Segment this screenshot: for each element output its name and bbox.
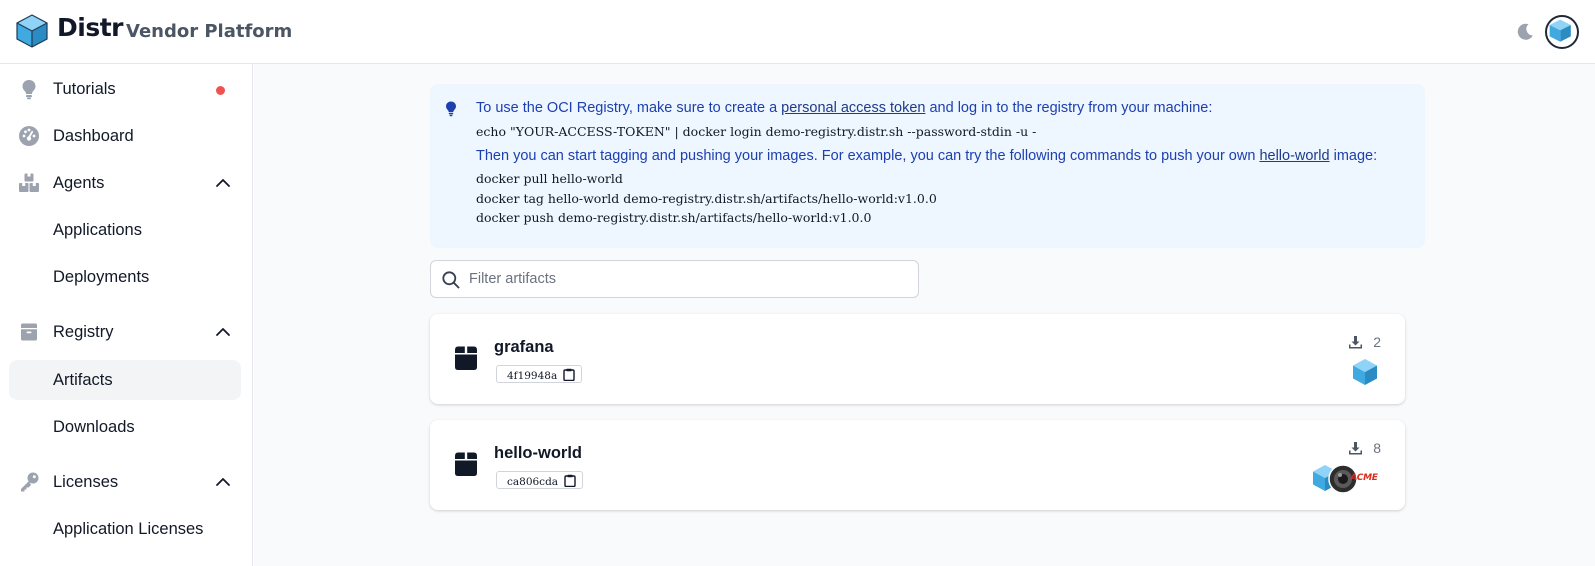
key-icon [21,472,39,492]
moon-icon[interactable] [1513,20,1537,44]
artifact-digest: ca806cda [507,476,559,488]
sidebar-item-applications[interactable]: Applications [9,210,241,250]
sidebar-item-label: Downloads [53,418,135,436]
info-line-1: To use the OCI Registry, make sure to cr… [476,100,1213,116]
artifact-name: hello-world [494,444,582,462]
sidebar-item-label: Registry [53,323,114,341]
sidebar-item-registry[interactable]: Registry [9,312,241,352]
sidebar-item-label: Agents [53,174,105,192]
lightbulb-icon [22,80,36,100]
sidebar-item-label: Applications [53,221,142,239]
chevron-up-icon[interactable] [215,474,231,490]
boxes-icon [19,173,39,192]
artifact-digest-badge: ca806cda [496,471,584,489]
sidebar-item-application-licenses[interactable]: Application Licenses [9,509,241,549]
sidebar-item-dashboard[interactable]: Dashboard [9,116,241,156]
search-input[interactable] [469,262,909,296]
sidebar: Tutorials Dashboard Agents Applications … [0,64,253,566]
sidebar-item-downloads[interactable]: Downloads [9,407,241,447]
personal-access-token-link[interactable]: personal access token [781,100,925,116]
download-count: 8 [1347,440,1381,458]
pull-command: docker pull hello-world [476,171,623,186]
acme-logo: ACME [1350,473,1378,483]
box-archive-icon [21,323,37,341]
tag-command: docker tag hello-world demo-registry.dis… [476,191,937,206]
distr-logo-icon[interactable] [16,14,48,48]
download-count: 2 [1347,334,1381,352]
registry-info-alert: To use the OCI Registry, make sure to cr… [430,84,1425,248]
artifact-card-grafana[interactable]: grafana 4f19948a 2 [430,314,1405,404]
sidebar-item-licenses[interactable]: Licenses [9,462,241,502]
notification-dot [216,86,225,95]
brand-name: Distr [57,13,123,42]
info-line-2: Then you can start tagging and pushing y… [476,148,1378,164]
sidebar-item-label: Licenses [53,473,119,491]
artifact-card-hello-world[interactable]: hello-world ca806cda 8 ACME [430,420,1405,510]
top-header: Distr Vendor Platform [0,0,1595,64]
download-icon [1349,336,1362,349]
sidebar-item-label: Deployments [53,268,150,286]
push-command: docker push demo-registry.distr.sh/artif… [476,210,872,225]
platform-subtitle: Vendor Platform [126,21,293,42]
package-box-icon [455,346,477,370]
chevron-up-icon[interactable] [215,324,231,340]
lightbulb-icon [446,101,456,117]
sidebar-item-deployments[interactable]: Deployments [9,257,241,297]
artifact-digest: 4f19948a [507,370,558,382]
sidebar-item-artifacts[interactable]: Artifacts [9,360,241,400]
user-avatar[interactable] [1545,15,1579,49]
main-content: To use the OCI Registry, make sure to cr… [254,64,1595,566]
hello-world-link[interactable]: hello-world [1259,148,1329,164]
sidebar-item-label: Artifacts [53,371,113,389]
sidebar-item-tutorials[interactable]: Tutorials [9,69,241,109]
clipboard-icon[interactable] [564,474,576,487]
chevron-up-icon[interactable] [215,175,231,191]
artifact-digest-badge: 4f19948a [496,365,583,383]
search-icon [442,271,460,289]
gauge-icon [19,126,39,146]
download-icon [1349,442,1362,455]
artifact-name: grafana [494,338,554,356]
sidebar-item-label: Dashboard [53,127,134,145]
sidebar-item-label: Tutorials [53,80,116,98]
avatar-cube-icon [1549,19,1571,42]
sidebar-item-label: Application Licenses [53,520,204,538]
clipboard-icon[interactable] [563,368,575,381]
filter-artifacts-search [430,260,919,298]
login-command: echo "YOUR-ACCESS-TOKEN" | docker login … [476,124,1037,139]
distr-cube-icon [1353,359,1377,385]
sidebar-item-agents[interactable]: Agents [9,163,241,203]
package-box-icon [455,452,477,476]
